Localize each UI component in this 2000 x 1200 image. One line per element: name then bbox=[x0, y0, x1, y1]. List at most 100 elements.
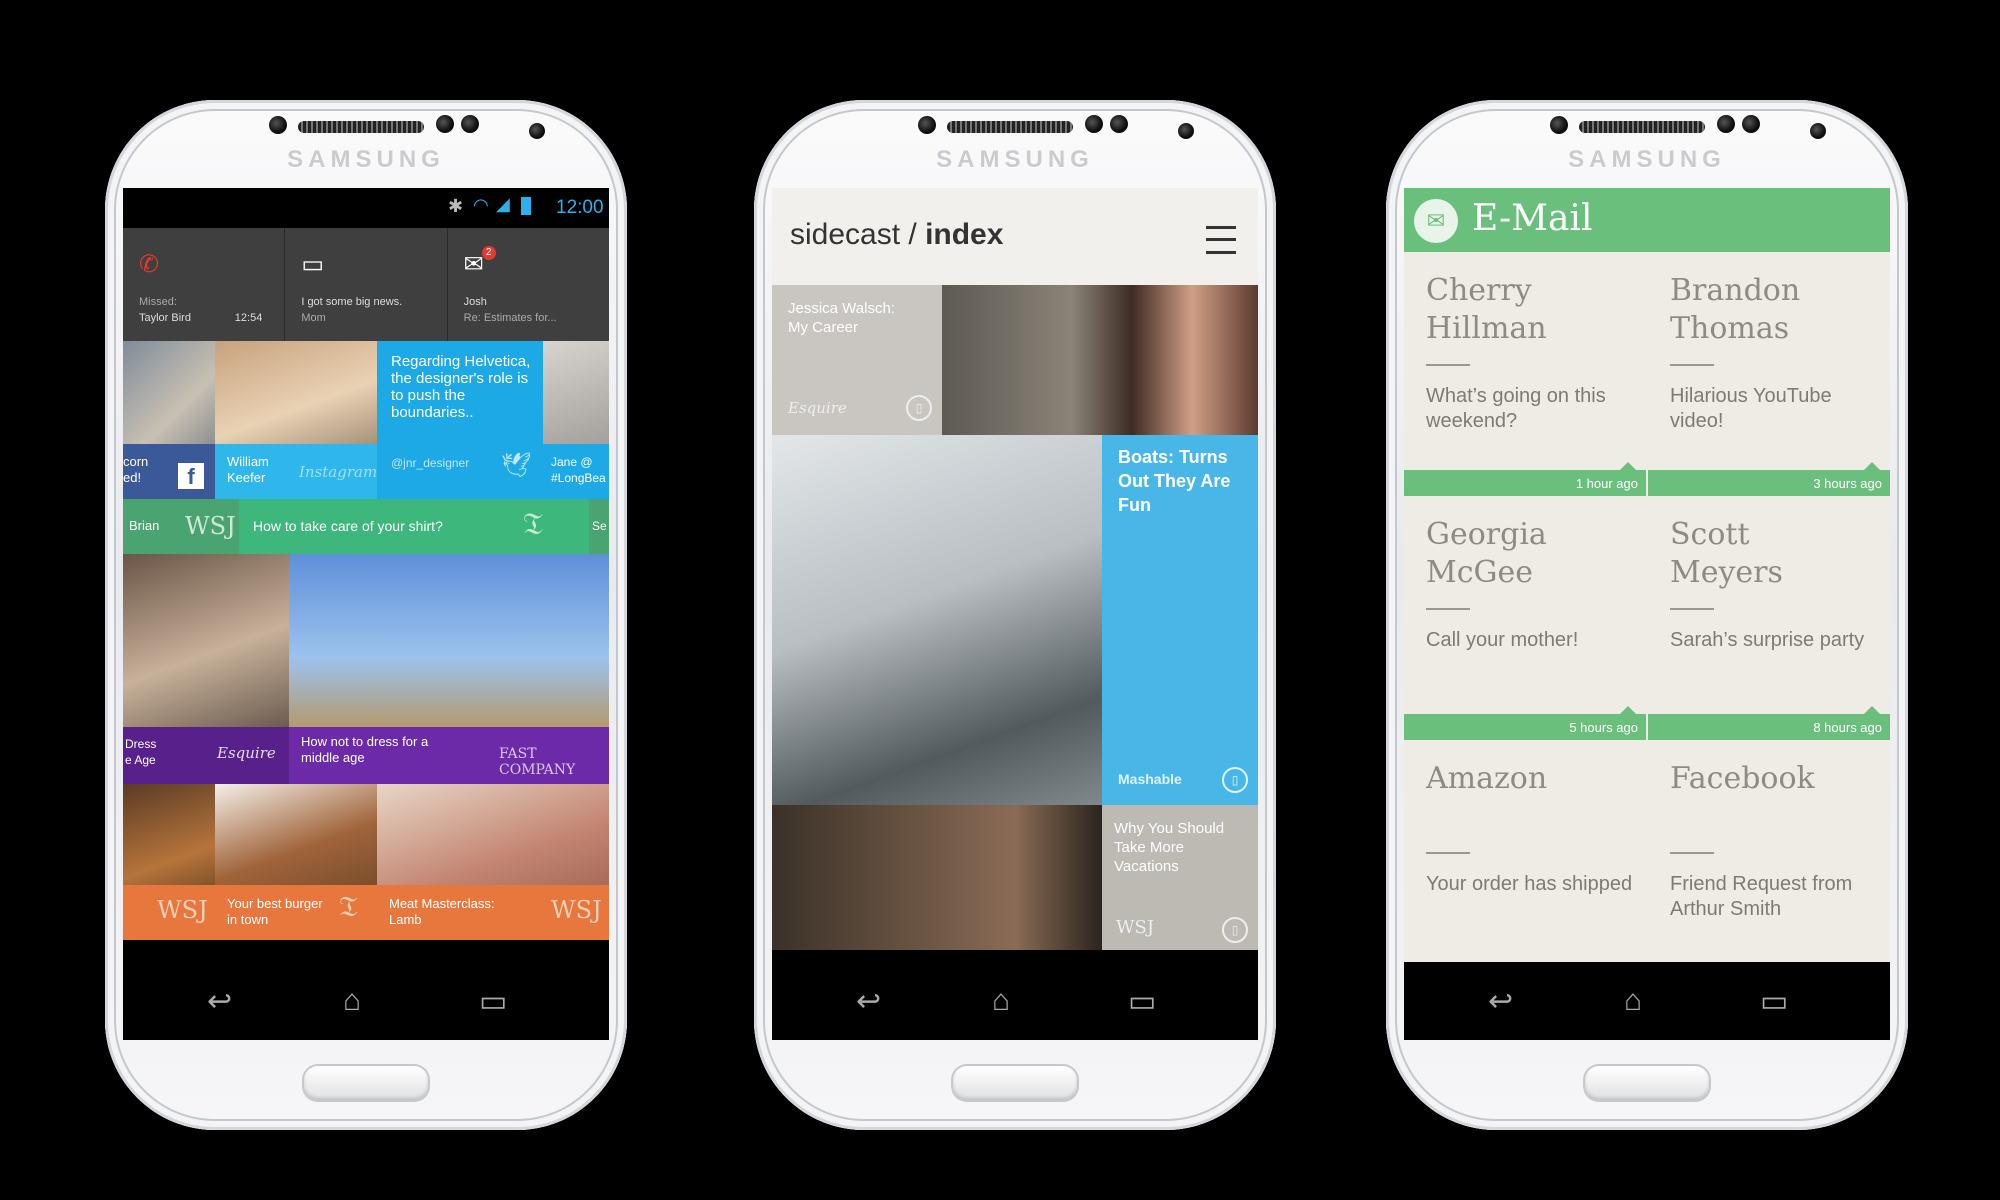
burger-headline: Your best burger in town bbox=[227, 896, 323, 927]
back-icon[interactable]: ↩ bbox=[1488, 984, 1513, 1019]
source-logo: Esquire bbox=[788, 399, 847, 417]
home-icon[interactable]: ⌂ bbox=[1624, 984, 1642, 1018]
email-snippet: Call your mother! bbox=[1426, 629, 1579, 651]
battery-icon bbox=[521, 197, 531, 215]
title-light: sidecast / bbox=[790, 218, 926, 251]
wifi-icon: ◠ bbox=[473, 195, 489, 215]
back-icon[interactable]: ↩ bbox=[856, 984, 881, 1019]
notification-bar: ✆ Missed: Taylor Bird 12:54 ▭ I got some… bbox=[123, 228, 609, 341]
esquire-tile[interactable]: Dress e Age Esquire bbox=[123, 554, 289, 784]
email-snippet: What’s going on this weekend? bbox=[1426, 385, 1606, 432]
email-card[interactable]: Scott Meyers Sarah’s surprise party 8 ho… bbox=[1648, 496, 1890, 740]
meat-headline: Meat Masterclass: Lamb bbox=[389, 896, 495, 927]
clock: 12:00 bbox=[556, 197, 604, 218]
nyt-logo: 𝔗 bbox=[339, 890, 358, 923]
front-sensor bbox=[918, 116, 936, 134]
facebook-icon: f bbox=[178, 463, 204, 489]
sensor-dot bbox=[1085, 115, 1103, 133]
bluetooth-icon: ✱ bbox=[448, 196, 464, 216]
sensor-dot bbox=[436, 115, 454, 133]
nyt-tile[interactable]: How to take care of your shirt? 𝔗 bbox=[239, 499, 589, 554]
sensor-dot bbox=[1717, 115, 1735, 133]
facebook-tile[interactable]: corn ed! f bbox=[123, 341, 215, 499]
tweet-handle: @jnr_designer bbox=[391, 456, 470, 470]
sender-name: Brandon Thomas bbox=[1670, 273, 1801, 346]
brand-logo: SAMSUNG bbox=[1568, 146, 1726, 173]
divider bbox=[1670, 852, 1714, 854]
email-card[interactable]: Amazon Your order has shipped bbox=[1404, 740, 1646, 960]
front-camera bbox=[1178, 123, 1194, 139]
twitter-tile[interactable]: Regarding Helvetica, the designer's role… bbox=[377, 341, 543, 499]
twitter-tile-partial[interactable]: Jane @ #LongBea bbox=[543, 341, 609, 499]
source-logo: WSJ bbox=[1116, 917, 1155, 938]
wsj-tile-partial[interactable]: Brian WSJ bbox=[123, 499, 239, 554]
earpiece bbox=[1579, 121, 1705, 133]
sender-name: Amazon bbox=[1426, 761, 1548, 796]
phone-right: SAMSUNG ✉ E-Mail Cherry Hillman What’s g… bbox=[1386, 100, 1908, 1130]
wsj-food-tile[interactable]: WSJ bbox=[123, 784, 215, 940]
notification-message[interactable]: ▭ I got some big news. Mom bbox=[285, 228, 448, 341]
nav-bar: ↩ ⌂ ▭ bbox=[123, 962, 609, 1040]
home-icon[interactable]: ⌂ bbox=[343, 984, 361, 1018]
tile-partial-right[interactable]: Se bbox=[589, 499, 609, 554]
email-header: ✉ E-Mail bbox=[1404, 188, 1890, 252]
home-button[interactable] bbox=[1585, 1066, 1709, 1100]
title-bold: index bbox=[925, 218, 1004, 251]
tweet-user: Jane @ #LongBea bbox=[551, 455, 606, 485]
instagram-tile[interactable]: William Keefer Instagram bbox=[215, 341, 377, 499]
timestamp-bar: 3 hours ago bbox=[1648, 462, 1890, 496]
email-card[interactable]: Brandon Thomas Hilarious YouTube video! … bbox=[1648, 252, 1890, 496]
book-icon: ▯ bbox=[906, 395, 932, 421]
email-card[interactable]: Cherry Hillman What’s going on this week… bbox=[1404, 252, 1646, 496]
screen: ✉ E-Mail Cherry Hillman What’s going on … bbox=[1404, 188, 1890, 1040]
nav-bar: ↩ ⌂ ▭ bbox=[1404, 962, 1890, 1040]
email-time: 5 hours ago bbox=[1569, 720, 1638, 735]
burger-tile[interactable]: Your best burger in town 𝔗 bbox=[215, 784, 377, 940]
email-snippet: Hilarious YouTube video! bbox=[1670, 385, 1832, 432]
notification-missed-call[interactable]: ✆ Missed: Taylor Bird 12:54 bbox=[123, 228, 286, 341]
facebook-caption: corn ed! bbox=[123, 454, 149, 485]
email-card[interactable]: Georgia McGee Call your mother! 5 hours … bbox=[1404, 496, 1646, 740]
email-title: E-Mail bbox=[1472, 198, 1593, 239]
wsj-logo: WSJ bbox=[157, 896, 208, 924]
instagram-user: William Keefer bbox=[227, 454, 269, 485]
email-time: 3 hours ago bbox=[1813, 476, 1882, 491]
meat-tile[interactable]: Meat Masterclass: Lamb WSJ bbox=[377, 784, 609, 940]
email-time: 8 hours ago bbox=[1813, 720, 1882, 735]
source-logo: Mashable bbox=[1118, 771, 1182, 787]
fastco-tile[interactable]: How not to dress for a middle age FAST C… bbox=[289, 554, 609, 784]
email-snippet: Your order has shipped bbox=[1426, 873, 1633, 895]
recent-apps-icon[interactable]: ▭ bbox=[479, 984, 507, 1019]
tweet-text: Regarding Helvetica, the designer's role… bbox=[391, 353, 531, 421]
earpiece bbox=[298, 121, 424, 133]
nyt-logo: 𝔗 bbox=[523, 507, 543, 542]
esquire-logo: Esquire bbox=[217, 744, 276, 762]
home-button[interactable] bbox=[304, 1066, 428, 1100]
article-card[interactable]: Boats: Turns Out They Are Fun Mashable ▯ bbox=[772, 435, 1258, 805]
recent-apps-icon[interactable]: ▭ bbox=[1760, 984, 1788, 1019]
back-icon[interactable]: ↩ bbox=[207, 984, 232, 1019]
notification-time: 12:54 bbox=[234, 312, 263, 324]
app-title: sidecast / index bbox=[790, 218, 1003, 252]
timestamp-bar: 1 hour ago bbox=[1404, 462, 1646, 496]
email-card[interactable]: Facebook Friend Request from Arthur Smit… bbox=[1648, 740, 1890, 960]
divider bbox=[1670, 364, 1714, 366]
notification-mail[interactable]: ✉ 2 Josh Re: Estimates for... bbox=[448, 228, 609, 341]
article-card[interactable]: Why You Should Take More Vacations WSJ ▯ bbox=[772, 805, 1258, 950]
article-card[interactable]: Jessica Walsch: My Career Esquire ▯ bbox=[772, 285, 1258, 435]
recent-apps-icon[interactable]: ▭ bbox=[1128, 984, 1156, 1019]
esquire-caption: Dress e Age bbox=[125, 737, 157, 767]
sensor-dot bbox=[1742, 115, 1760, 133]
home-icon[interactable]: ⌂ bbox=[992, 984, 1010, 1018]
wsj-caption: Brian bbox=[129, 518, 160, 533]
menu-icon[interactable] bbox=[1206, 226, 1236, 254]
front-sensor bbox=[1550, 116, 1568, 134]
nyt-headline: How to take care of your shirt? bbox=[253, 518, 443, 534]
email-snippet: Sarah’s surprise party bbox=[1670, 629, 1865, 651]
app-header: sidecast / index bbox=[772, 188, 1258, 285]
wsj-logo: WSJ bbox=[185, 512, 236, 540]
article-title: Jessica Walsch: My Career bbox=[788, 300, 895, 336]
notification-line2: Mom bbox=[301, 312, 326, 324]
home-button[interactable] bbox=[953, 1066, 1077, 1100]
brand-logo: SAMSUNG bbox=[287, 146, 445, 173]
